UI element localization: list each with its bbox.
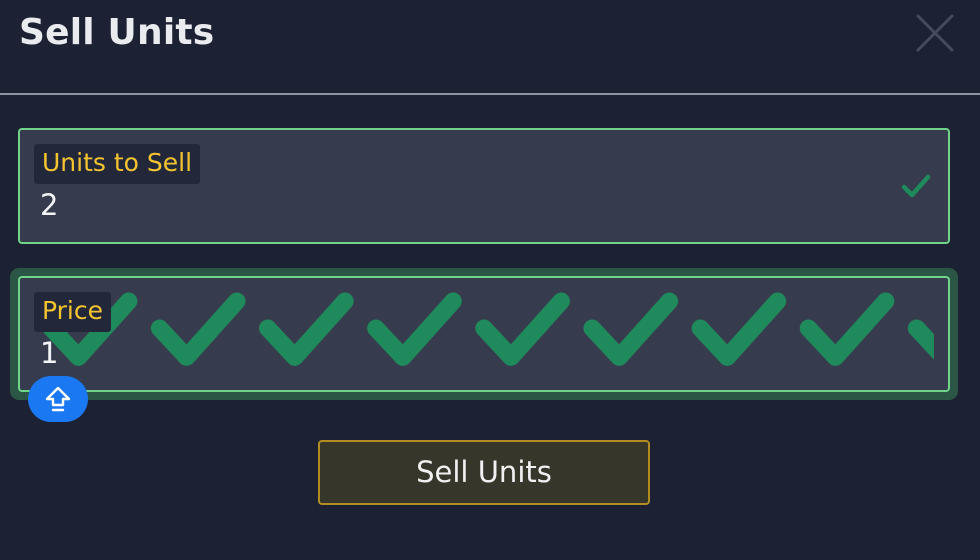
price-label: Price: [34, 292, 111, 332]
header-divider: [0, 93, 980, 95]
modal-title: Sell Units: [19, 12, 215, 53]
sell-units-modal: Sell Units Units to Sell Price: [0, 0, 980, 560]
units-to-sell-label: Units to Sell: [34, 144, 201, 184]
close-icon: [916, 14, 954, 52]
sell-units-button[interactable]: Sell Units: [318, 440, 650, 505]
close-button[interactable]: [914, 12, 956, 54]
units-to-sell-input[interactable]: [40, 186, 340, 224]
shift-arrow-icon: [45, 386, 71, 412]
keyboard-toggle-button[interactable]: [28, 376, 88, 422]
units-to-sell-field[interactable]: Units to Sell: [18, 128, 950, 244]
checkmark-icon: [901, 174, 931, 198]
price-field[interactable]: Price: [18, 276, 950, 392]
price-input[interactable]: [40, 334, 340, 372]
